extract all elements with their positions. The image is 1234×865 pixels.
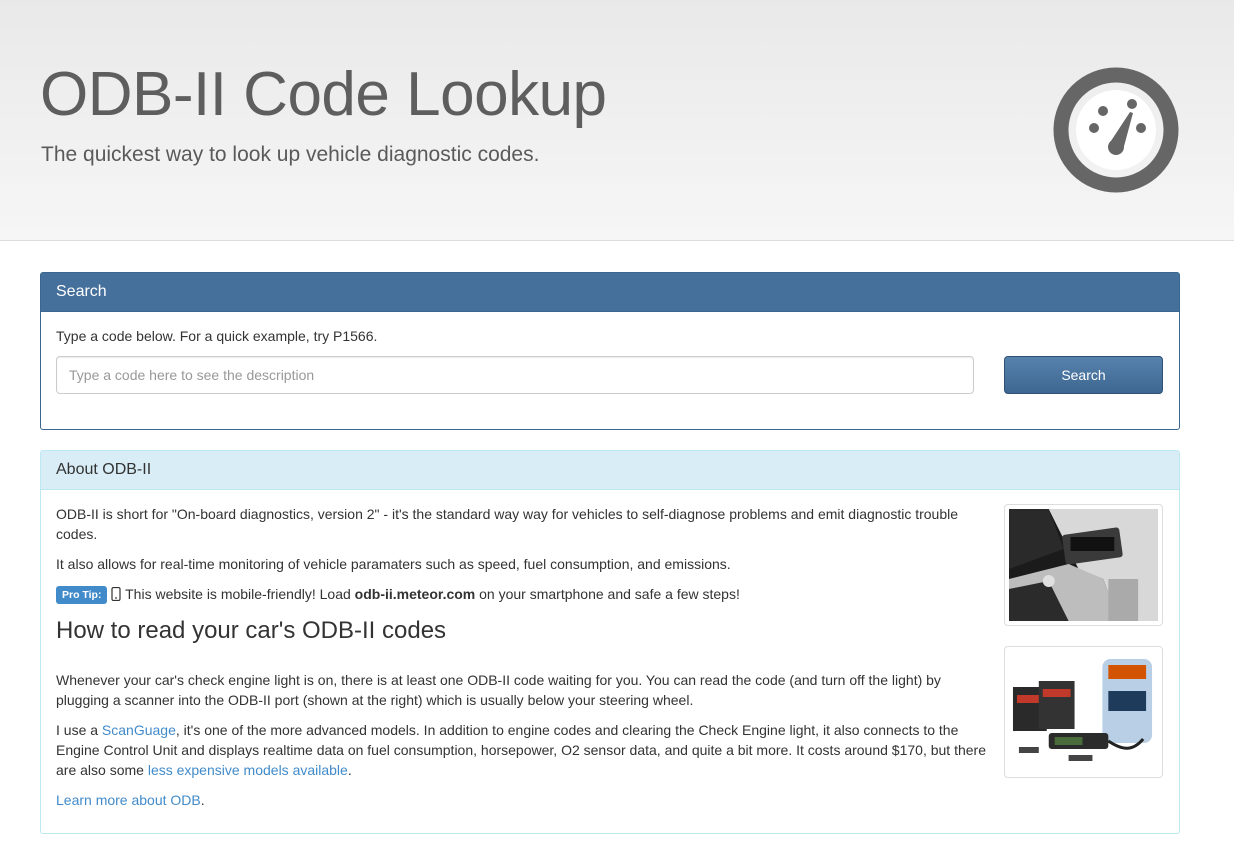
search-button[interactable]: Search [1004, 356, 1163, 394]
cheaper-models-link[interactable]: less expensive models available [148, 762, 348, 778]
pro-tip: Pro Tip: This website is mobile-friendly… [56, 584, 986, 606]
scangauge-product-photo [1004, 646, 1163, 778]
scanguage-link[interactable]: ScanGuage [102, 722, 176, 738]
dashboard-gauge-icon [1053, 67, 1179, 193]
page-title: ODB-II Code Lookup [40, 60, 607, 129]
code-search-input[interactable] [56, 356, 974, 394]
pro-tip-text: on your smartphone and safe a few steps! [475, 586, 740, 602]
text: . [200, 792, 205, 808]
search-panel: Search Type a code below. For a quick ex… [40, 272, 1180, 430]
about-paragraph: I use a ScanGuage, it's one of the more … [56, 720, 986, 780]
search-hint: Type a code below. For a quick example, … [56, 328, 378, 344]
search-panel-heading: Search [41, 273, 1179, 312]
page-header: ODB-II Code Lookup The quickest way to l… [0, 0, 1234, 241]
text: I use a [56, 722, 102, 738]
about-panel-heading: About ODB-II [41, 451, 1179, 490]
learn-more-link[interactable]: Learn more about ODB [56, 792, 201, 808]
about-paragraph: ODB-II is short for "On-board diagnostic… [56, 506, 959, 542]
mobile-domain: odb-ii.meteor.com [354, 586, 476, 602]
about-panel: About ODB-II ODB-II is short for "On-boa… [40, 450, 1180, 834]
howto-heading: How to read your car's ODB-II codes [56, 617, 447, 644]
pro-tip-text: This website is mobile-friendly! Load [121, 586, 355, 602]
about-paragraph: It also allows for real-time monitoring … [56, 556, 731, 572]
mobile-phone-icon [111, 586, 122, 606]
pro-tip-badge: Pro Tip: [56, 586, 108, 604]
about-paragraph: Whenever your car's check engine light i… [56, 672, 941, 708]
obd-port-photo [1004, 504, 1163, 626]
text: . [347, 762, 352, 778]
learn-more: Learn more about ODB. [56, 790, 986, 810]
page-subtitle: The quickest way to look up vehicle diag… [41, 143, 540, 166]
